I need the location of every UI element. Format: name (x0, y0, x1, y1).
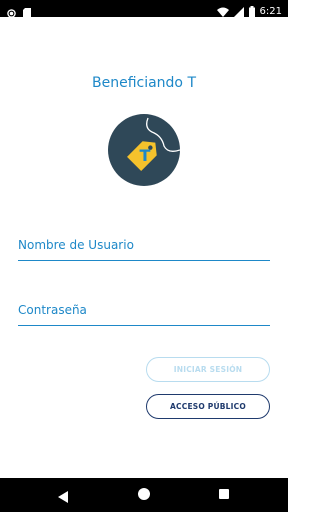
signal-icon (233, 2, 244, 21)
status-time: 6:21 (259, 6, 282, 17)
logo-letter: T (140, 146, 151, 165)
battery-icon (248, 2, 255, 21)
home-icon[interactable] (138, 488, 150, 500)
login-button[interactable]: INICIAR SESIÓN (146, 357, 270, 382)
record-icon (7, 3, 16, 22)
sim-card-icon (23, 3, 31, 22)
login-screen: 6:21 Beneficiando T T Nombre de Usuario … (0, 0, 288, 512)
status-bar: 6:21 (0, 0, 288, 18)
username-field[interactable]: Nombre de Usuario (18, 231, 270, 261)
username-placeholder: Nombre de Usuario (18, 238, 134, 252)
navigation-bar (0, 478, 288, 512)
back-icon[interactable] (58, 488, 68, 507)
password-placeholder: Contraseña (18, 303, 87, 317)
password-field[interactable]: Contraseña (18, 296, 270, 326)
recent-apps-icon[interactable] (219, 489, 229, 499)
app-logo: T (108, 114, 181, 186)
public-access-button[interactable]: ACCESO PÚBLICO (146, 394, 270, 419)
app-title: Beneficiando T (91, 75, 196, 91)
wifi-icon (216, 2, 229, 21)
